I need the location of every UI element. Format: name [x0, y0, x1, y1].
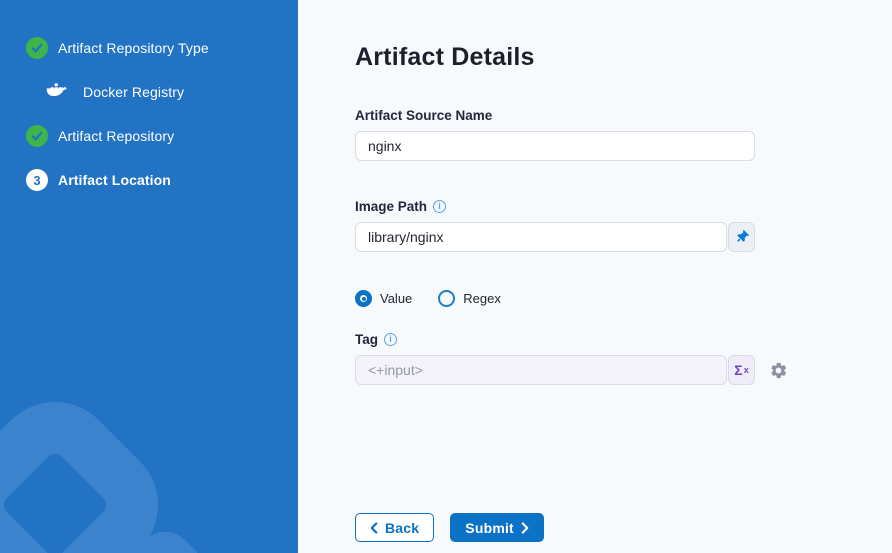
- step-label: Artifact Repository: [58, 128, 174, 144]
- wizard-steps-sidebar: Artifact Repository Type Docker Registry: [0, 0, 298, 553]
- tag-field: Tag i Σx: [355, 331, 892, 385]
- chevron-right-icon: [521, 522, 529, 534]
- back-button[interactable]: Back: [355, 513, 434, 542]
- wizard-footer: Back Submit: [355, 513, 892, 542]
- step-label: Artifact Repository Type: [58, 40, 209, 56]
- step-label: Artifact Location: [58, 172, 171, 188]
- step-artifact-repository-type[interactable]: Artifact Repository Type: [26, 37, 280, 59]
- step-artifact-repository[interactable]: Artifact Repository: [26, 125, 280, 147]
- gear-icon[interactable]: [769, 361, 788, 380]
- step-docker-registry[interactable]: Docker Registry: [45, 81, 280, 103]
- image-path-field: Image Path i: [355, 198, 892, 252]
- fixed-value-pin-button[interactable]: [728, 222, 755, 252]
- artifact-details-panel: Artifact Details Artifact Source Name Im…: [298, 0, 892, 553]
- tag-input[interactable]: [355, 355, 727, 385]
- radio-option-regex[interactable]: Regex: [438, 290, 501, 307]
- source-name-input[interactable]: [355, 131, 755, 161]
- step-list: Artifact Repository Type Docker Registry: [0, 0, 298, 191]
- artifact-location-wizard: Artifact Repository Type Docker Registry: [0, 0, 892, 553]
- radio-option-value[interactable]: Value: [355, 290, 412, 307]
- step-label: Docker Registry: [83, 84, 184, 100]
- tag-type-radio-group: Value Regex: [355, 290, 892, 307]
- artifact-source-name-field: Artifact Source Name: [355, 107, 892, 161]
- submit-button[interactable]: Submit: [450, 513, 544, 542]
- docker-whale-icon: [45, 82, 71, 102]
- info-icon[interactable]: i: [433, 200, 446, 213]
- runtime-input-expression-button[interactable]: Σx: [728, 355, 755, 385]
- image-path-input[interactable]: [355, 222, 727, 252]
- pushpin-icon: [735, 230, 749, 244]
- tag-label: Tag: [355, 332, 378, 347]
- step-number-badge: 3: [26, 169, 48, 191]
- radio-unselected-icon: [438, 290, 455, 307]
- step-artifact-location[interactable]: 3 Artifact Location: [26, 169, 280, 191]
- radio-selected-icon: [355, 290, 372, 307]
- page-title: Artifact Details: [355, 43, 892, 72]
- sigma-icon: Σ: [734, 362, 742, 378]
- step-complete-check-icon: [26, 37, 48, 59]
- image-path-label: Image Path: [355, 199, 427, 214]
- step-complete-check-icon: [26, 125, 48, 147]
- chevron-left-icon: [370, 522, 378, 534]
- source-name-label: Artifact Source Name: [355, 108, 492, 123]
- info-icon[interactable]: i: [384, 333, 397, 346]
